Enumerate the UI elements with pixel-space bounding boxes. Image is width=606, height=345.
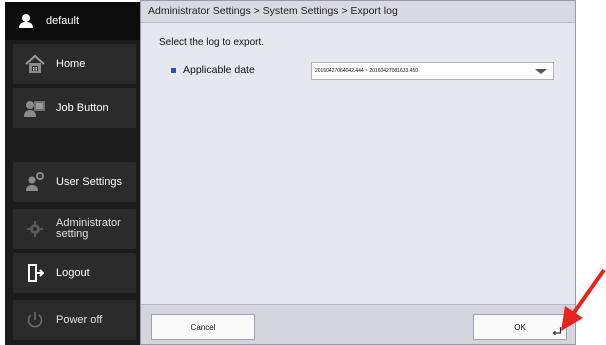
applicable-date-label: Applicable date: [183, 64, 255, 76]
footer-bar: Cancel OK: [141, 304, 575, 344]
bullet-icon: [171, 67, 176, 73]
administrator-setting-button[interactable]: Administrator setting: [13, 209, 136, 249]
ok-label: OK: [514, 322, 526, 332]
breadcrumb: Administrator Settings > System Settings…: [141, 1, 575, 23]
home-label: Home: [56, 57, 86, 70]
power-off-label: Power off: [56, 313, 103, 326]
user-settings-label: User Settings: [56, 175, 123, 188]
gear-icon: [23, 217, 47, 241]
user-settings-icon: [23, 170, 47, 194]
cancel-button[interactable]: Cancel: [151, 314, 255, 340]
user-name: default: [46, 15, 80, 27]
logout-label: Logout: [56, 266, 90, 279]
applicable-date-value: 20160427064042.444 ~ 20160427081633.450: [315, 68, 419, 74]
instruction-text: Select the log to export.: [159, 37, 265, 48]
administrator-setting-label: Administrator setting: [56, 217, 121, 240]
logout-icon: [23, 261, 47, 285]
home-icon: [23, 52, 47, 76]
main-panel: Administrator Settings > System Settings…: [140, 0, 576, 345]
job-button-label: Job Button: [56, 101, 109, 114]
user-icon: [19, 14, 33, 28]
applicable-date-row: Applicable date: [171, 64, 255, 76]
user-settings-button[interactable]: User Settings: [13, 162, 136, 202]
applicable-date-select[interactable]: 20160427064042.444 ~ 20160427081633.450: [311, 62, 554, 80]
chevron-down-icon[interactable]: [535, 69, 547, 74]
home-button[interactable]: Home: [13, 44, 136, 84]
ok-button[interactable]: OK: [473, 314, 567, 340]
power-off-button[interactable]: Power off: [13, 300, 136, 340]
job-button-button[interactable]: Job Button: [13, 88, 136, 128]
cancel-label: Cancel: [190, 322, 216, 332]
annotation-arrow-icon: [561, 268, 606, 331]
power-icon: [23, 308, 47, 332]
sidebar: default Home Job Button User Settings Ad…: [5, 2, 140, 345]
user-bar: default: [5, 2, 140, 40]
job-button-icon: [23, 96, 47, 120]
logout-button[interactable]: Logout: [13, 253, 136, 293]
